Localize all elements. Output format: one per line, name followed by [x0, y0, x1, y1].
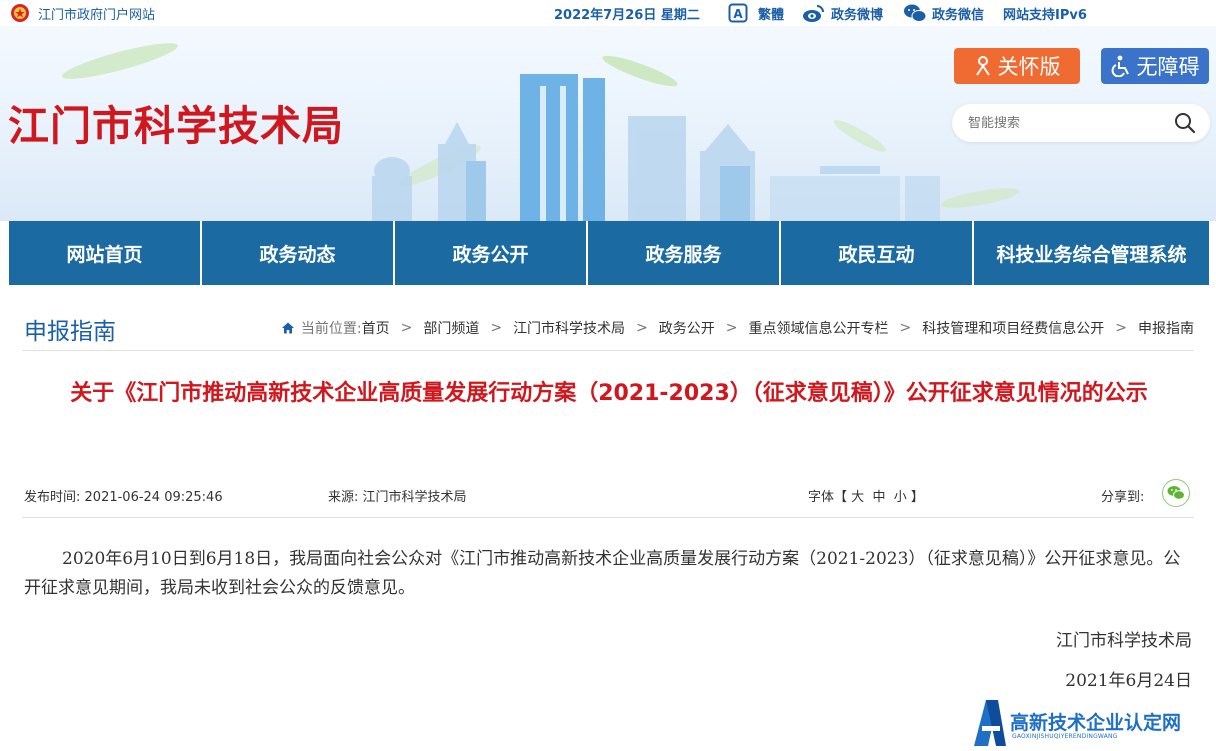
signature-organization: 江门市科学技术局 [1056, 631, 1192, 651]
font-small-button[interactable]: 小 [894, 490, 907, 505]
traditional-chinese-link[interactable]: 繁體 [758, 4, 784, 23]
breadcrumb-item[interactable]: 政务公开 [659, 318, 715, 338]
source-label: 来源: [328, 490, 359, 505]
publish-time-label: 发布时间: [24, 490, 81, 505]
source-value: 江门市科学技术局 [362, 490, 467, 505]
breadcrumb-separator: > [899, 320, 912, 336]
care-person-icon [975, 56, 990, 76]
breadcrumb-separator: > [636, 320, 648, 336]
nav-item-services[interactable]: 政务服务 [588, 221, 781, 285]
share-label: 分享到: [1101, 490, 1145, 505]
section-title: 申报指南 [24, 319, 116, 345]
care-mode-label: 关怀版 [997, 55, 1061, 79]
watermark-subtext: GAOXINJISHUQIYERENDINGWANG [1012, 733, 1118, 740]
accessibility-label: 无障碍 [1136, 55, 1200, 79]
breadcrumb-item[interactable]: 首页 [362, 318, 390, 338]
watermark-logo: 高新技术企业认定网 GAOXINJISHUQIYERENDINGWANG [968, 700, 1216, 747]
home-icon [281, 322, 294, 334]
font-size-bracket: 】 [910, 490, 924, 505]
signature-date: 2021年6月24日 [1065, 671, 1192, 691]
article-title: 关于《江门市推动高新技术企业高质量发展行动方案（2021-2023）（征求意见稿… [70, 381, 1148, 406]
main-nav: 网站首页 政务动态 政务公开 政务服务 政民互动 科技业务综合管理系统 [9, 221, 1209, 285]
nav-item-interaction[interactable]: 政民互动 [781, 221, 974, 285]
weibo-icon[interactable] [802, 3, 826, 23]
breadcrumb-item[interactable]: 部门频道 [423, 318, 479, 338]
divider [22, 517, 1194, 518]
nav-item-disclosure[interactable]: 政务公开 [395, 221, 588, 285]
breadcrumb-separator: > [725, 320, 738, 336]
breadcrumb-separator: > [400, 320, 413, 336]
divider [22, 350, 1194, 351]
breadcrumb: 当前位置: 首页 > 部门频道 > 江门市科学技术局 > 政务公开 > 重点领域… [281, 318, 1194, 338]
search-box [952, 104, 1210, 142]
wechat-logo-icon [1167, 486, 1185, 500]
portal-link[interactable]: 江门市政府门户网站 [38, 4, 155, 23]
wheelchair-icon [1111, 55, 1129, 77]
svg-text:A: A [733, 7, 743, 21]
nav-item-management-system[interactable]: 科技业务综合管理系统 [974, 221, 1209, 285]
font-medium-button[interactable]: 中 [872, 490, 885, 505]
site-title: 江门市科学技术局 [8, 102, 344, 150]
search-input[interactable] [966, 113, 1166, 133]
breadcrumb-label: 当前位置: [300, 321, 362, 337]
national-emblem-icon [11, 4, 29, 22]
breadcrumb-separator: > [490, 320, 503, 336]
ipv6-support-text: 网站支持IPv6 [1003, 8, 1087, 23]
wechat-link[interactable]: 政务微信 [932, 4, 984, 23]
care-mode-button[interactable]: 关怀版 [954, 48, 1080, 84]
nav-item-home[interactable]: 网站首页 [9, 221, 202, 285]
font-large-button[interactable]: 大 [851, 490, 864, 505]
search-icon[interactable] [1174, 112, 1196, 134]
breadcrumb-item[interactable]: 江门市科学技术局 [513, 318, 625, 338]
accessibility-button[interactable]: 无障碍 [1101, 48, 1209, 84]
breadcrumb-item[interactable]: 重点领域信息公开专栏 [749, 318, 889, 338]
breadcrumb-item[interactable]: 申报指南 [1138, 318, 1194, 338]
breadcrumb-separator: > [1115, 320, 1127, 336]
weibo-link[interactable]: 政务微博 [831, 4, 883, 23]
article-body: 2020年6月10日到6月18日，我局面向社会公众对《江门市推动高新技术企业高质… [24, 549, 1181, 598]
publish-time: 发布时间: 2021-06-24 09:25:46 [24, 486, 223, 505]
article-source: 来源: 江门市科学技术局 [328, 486, 467, 505]
publish-time-value: 2021-06-24 09:25:46 [84, 490, 223, 505]
wechat-share-icon[interactable] [1162, 479, 1190, 507]
watermark-text: 高新技术企业认定网 [1010, 712, 1182, 734]
traditional-chinese-icon[interactable]: A [728, 3, 748, 23]
wechat-icon[interactable] [903, 3, 927, 23]
font-size-label: 字体【 [808, 490, 848, 505]
top-bar: 江门市政府门户网站 2022年7月26日 星期二 A 繁體 政务微博 政务微信 … [0, 0, 1216, 26]
watermark-a-icon [974, 700, 1006, 746]
breadcrumb-item[interactable]: 科技管理和项目经费信息公开 [922, 318, 1104, 338]
current-date: 2022年7月26日 星期二 [554, 8, 700, 23]
nav-item-news[interactable]: 政务动态 [202, 221, 395, 285]
header-banner: 江门市科学技术局 关怀版 无障碍 [0, 26, 1216, 221]
font-size-control: 字体【 大 中 小 】 [808, 486, 924, 505]
